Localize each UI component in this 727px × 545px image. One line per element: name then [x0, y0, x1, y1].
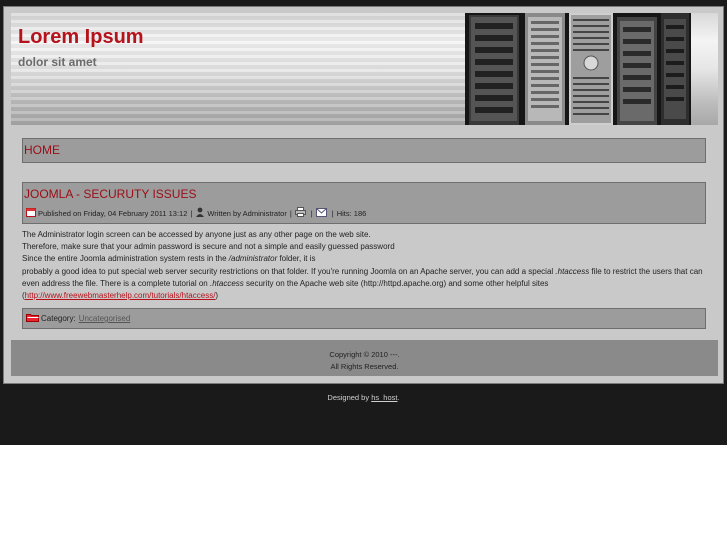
article-title[interactable]: JOOMLA - SECURUTY ISSUES: [24, 187, 196, 201]
folder-icon: [26, 313, 39, 324]
server-rack-image: [465, 13, 691, 125]
page-frame: Lorem Ipsum dolor sit amet HOME JOOMLA -…: [3, 6, 724, 384]
category-link[interactable]: Uncategorised: [79, 314, 131, 323]
meta-separator: |: [310, 208, 313, 218]
meta-separator: |: [331, 208, 334, 218]
hits-count: Hits: 186: [336, 208, 367, 218]
copyright-text: Copyright © 2010 ---.: [329, 350, 400, 359]
body-emphasis: .htaccess: [209, 278, 244, 288]
body-emphasis: .htaccess: [555, 266, 590, 276]
meta-separator: |: [289, 208, 292, 218]
article-meta: Published on Friday, 04 February 2011 13…: [26, 207, 366, 219]
body-text-segment: Since the entire Joomla administration s…: [22, 254, 229, 264]
designed-by: Designed by hs_host.: [0, 393, 727, 402]
body-emphasis: /administrator: [228, 254, 278, 264]
body-paragraph: probably a good idea to put special web …: [22, 266, 710, 303]
body-text-segment: ): [215, 291, 219, 301]
category-bar: Category: Uncategorised: [22, 308, 706, 329]
site-title[interactable]: Lorem Ipsum: [18, 26, 144, 49]
designer-link[interactable]: hs_host: [371, 393, 397, 402]
published-date: Published on Friday, 04 February 2011 13…: [38, 208, 188, 218]
rights-text: All Rights Reserved.: [330, 362, 399, 371]
site-slogan: dolor sit amet: [18, 55, 97, 69]
designed-by-suffix: .: [397, 393, 400, 402]
print-icon[interactable]: [294, 207, 306, 219]
site-footer: Copyright © 2010 ---. All Rights Reserve…: [11, 340, 718, 376]
meta-separator: |: [190, 208, 193, 218]
body-line: Therefore, make sure that your admin pas…: [22, 242, 395, 252]
outer-background: Lorem Ipsum dolor sit amet HOME JOOMLA -…: [0, 0, 727, 445]
htaccess-tutorial-link[interactable]: http://www.freewebmasterhelp.com/tutoria…: [25, 291, 216, 300]
article-body: The Administrator login screen can be ac…: [22, 229, 710, 302]
designed-by-prefix: Designed by: [327, 393, 370, 402]
article-header: JOOMLA - SECURUTY ISSUES Published on Fr…: [22, 182, 706, 224]
body-line: The Administrator login screen can be ac…: [22, 230, 371, 239]
user-icon: [195, 207, 205, 219]
site-header: Lorem Ipsum dolor sit amet: [11, 13, 718, 125]
main-menu: HOME: [22, 138, 706, 163]
page-container: Lorem Ipsum dolor sit amet HOME JOOMLA -…: [4, 7, 723, 383]
body-text-segment: probably a good idea to put special web …: [22, 266, 556, 276]
menu-item-home[interactable]: HOME: [24, 143, 60, 157]
calendar-icon: [26, 207, 36, 219]
category-info: Category: Uncategorised: [26, 313, 130, 324]
body-text-segment: folder, it is: [277, 254, 316, 264]
author: Written by Administrator: [207, 208, 287, 218]
body-line: Since the entire Joomla administration s…: [22, 253, 710, 265]
category-label: Category:: [41, 314, 76, 323]
email-icon[interactable]: [315, 207, 327, 219]
